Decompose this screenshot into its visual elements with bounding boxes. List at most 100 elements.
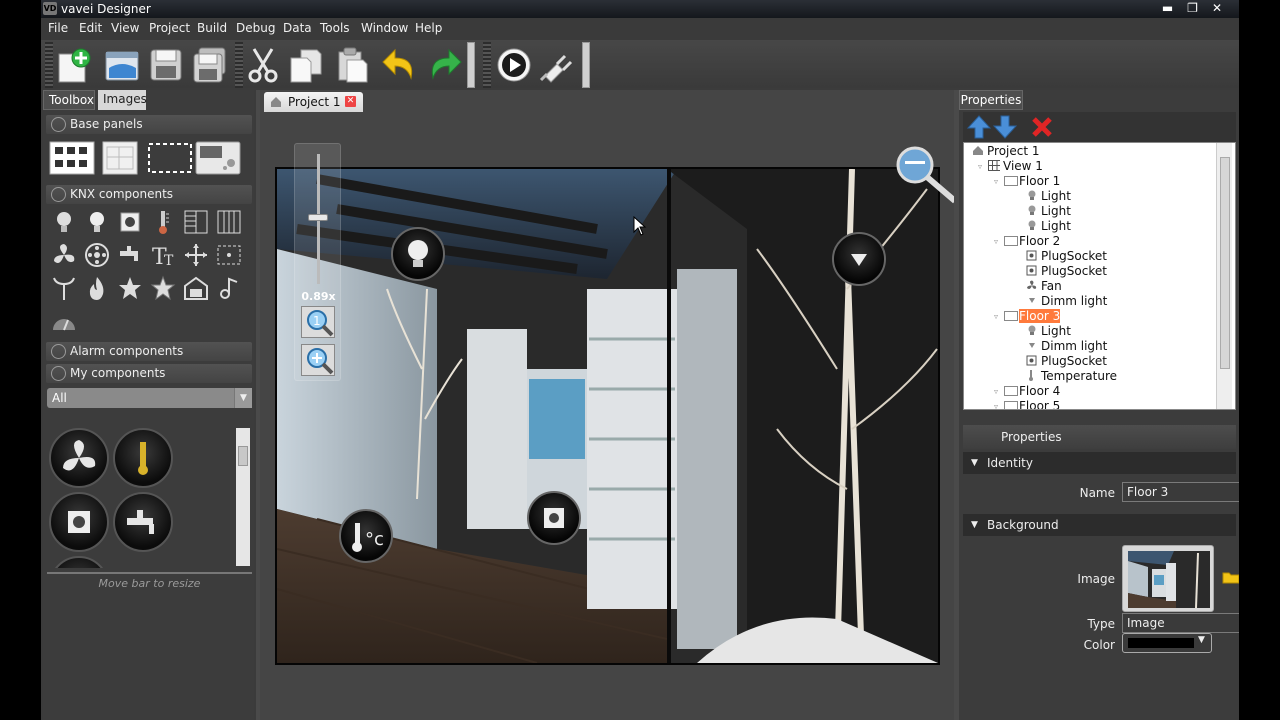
star-badge-icon[interactable] [149, 274, 177, 302]
text-label-icon[interactable]: TT [149, 241, 177, 270]
delete-x-icon[interactable] [1031, 116, 1053, 138]
tree-node-project[interactable]: Project 1 [972, 144, 1040, 159]
music-icon[interactable] [215, 274, 243, 302]
menu-file[interactable]: File [48, 21, 68, 35]
toolbar-grip-end[interactable] [467, 42, 475, 88]
component-filter-select[interactable]: All ▼ [47, 388, 252, 408]
tree-node-dimm[interactable]: Dimm light [1026, 339, 1107, 354]
menu-window[interactable]: Window [361, 21, 408, 35]
canvas-light-component[interactable] [391, 227, 445, 281]
toolbar-grip[interactable] [45, 42, 53, 88]
star-icon[interactable] [116, 274, 144, 302]
expander-icon[interactable]: ▿ [994, 384, 998, 399]
tree-node-floor[interactable]: ▿ Floor 4 [994, 384, 1060, 399]
tree-node-floor[interactable]: ▿ Floor 3 [994, 309, 1061, 324]
fan-component[interactable] [49, 428, 109, 488]
close-window-button[interactable]: ✕ [1203, 0, 1231, 16]
background-group[interactable]: ▼ Background [963, 514, 1236, 536]
magnifier-icon[interactable] [895, 145, 961, 205]
identity-group[interactable]: ▼ Identity [963, 452, 1236, 474]
my-components-scrollbar[interactable] [236, 428, 250, 566]
thermometer-icon[interactable] [149, 208, 177, 236]
faucet-icon[interactable] [116, 241, 144, 269]
cut-button[interactable] [244, 46, 282, 84]
canvas-temperature-component[interactable]: °c [339, 509, 393, 563]
fire-icon[interactable] [83, 274, 111, 302]
tab-project-1[interactable]: Project 1 ✕ [264, 92, 363, 112]
menu-project[interactable]: Project [149, 21, 190, 35]
tree-node-plug[interactable]: PlugSocket [1026, 264, 1107, 279]
scroll-thumb[interactable] [238, 446, 248, 466]
title-bar[interactable]: VD vavei Designer ▬ ❐ ✕ [41, 0, 1239, 18]
zoom-reset-button[interactable]: 1 [301, 306, 335, 338]
tree-node-floor[interactable]: ▿ Floor 1 [994, 174, 1060, 189]
design-canvas[interactable]: °c [275, 167, 940, 665]
expander-icon[interactable]: ▿ [978, 159, 982, 174]
menu-help[interactable]: Help [415, 21, 442, 35]
fan-icon[interactable] [50, 241, 78, 269]
dimm-light-icon[interactable] [83, 208, 111, 236]
menu-view[interactable]: View [111, 21, 139, 35]
antenna-icon[interactable] [50, 274, 78, 302]
section-base-panels[interactable]: Base panels [46, 115, 252, 134]
minimize-button[interactable]: ▬ [1155, 0, 1180, 16]
toolbar-grip[interactable] [483, 42, 491, 88]
tab-toolbox[interactable]: Toolbox [43, 90, 95, 110]
new-project-button[interactable] [55, 46, 93, 84]
expander-icon[interactable]: ▿ [994, 399, 998, 409]
open-project-button[interactable] [103, 46, 141, 84]
restore-button[interactable]: ❐ [1180, 0, 1205, 16]
move-up-arrow-icon[interactable] [967, 114, 991, 140]
redo-button[interactable] [425, 46, 463, 84]
scroll-thumb[interactable] [1220, 157, 1230, 369]
scene-dial-icon[interactable] [83, 241, 111, 269]
tree-node-temp[interactable]: Temperature [1026, 369, 1117, 384]
plug-socket-component[interactable] [49, 492, 109, 552]
menu-data[interactable]: Data [283, 21, 312, 35]
blinds-icon[interactable] [182, 208, 210, 236]
menu-tools[interactable]: Tools [320, 21, 350, 35]
section-knx-components[interactable]: KNX components [46, 185, 252, 204]
expander-icon[interactable]: ▿ [994, 174, 998, 189]
background-image-thumbnail[interactable] [1122, 545, 1214, 612]
name-field[interactable]: Floor 3 [1122, 482, 1239, 502]
plug-socket-icon[interactable] [116, 208, 144, 236]
tree-node-light[interactable]: Light [1026, 324, 1071, 339]
tree-node-plug[interactable]: PlugSocket [1026, 354, 1107, 369]
expander-icon[interactable]: ▿ [994, 234, 998, 249]
faucet-component[interactable] [113, 492, 173, 552]
section-my-components[interactable]: My components [46, 364, 252, 383]
undo-button[interactable] [381, 46, 419, 84]
copy-button[interactable] [287, 46, 325, 84]
tree-node-floor[interactable]: ▿ Floor 2 [994, 234, 1060, 249]
close-tab-icon[interactable]: ✕ [345, 96, 356, 107]
deploy-button[interactable] [537, 46, 575, 84]
tree-node-dimm[interactable]: Dimm light [1026, 294, 1107, 309]
type-select[interactable]: Image ▼ [1122, 613, 1239, 633]
tree-node-light[interactable]: Light [1026, 219, 1071, 234]
tab-images[interactable]: Images [98, 90, 147, 110]
gauge-icon[interactable] [50, 308, 78, 336]
selection-panel-icon[interactable] [147, 141, 193, 175]
tree-node-light[interactable]: Light [1026, 204, 1071, 219]
toolbar-grip-end[interactable] [582, 42, 590, 88]
tree-node-fan[interactable]: Fan [1026, 279, 1062, 294]
tree-node-floor[interactable]: ▿ Floor 5 [994, 399, 1060, 409]
menu-debug[interactable]: Debug [236, 21, 275, 35]
canvas-dimm-light-component[interactable] [832, 232, 886, 286]
move-down-arrow-icon[interactable] [993, 114, 1017, 140]
tab-properties[interactable]: Properties [959, 90, 1023, 110]
menu-build[interactable]: Build [197, 21, 227, 35]
zoom-fit-button[interactable] [301, 344, 335, 376]
expander-icon[interactable]: ▿ [994, 309, 998, 324]
floorplan-panel-icon[interactable] [99, 141, 145, 175]
move-arrows-icon[interactable] [182, 241, 210, 269]
grid-panel-icon[interactable] [49, 141, 95, 175]
zoom-slider-thumb[interactable] [308, 214, 328, 222]
garage-icon[interactable] [182, 274, 210, 302]
tree-node-plug[interactable]: PlugSocket [1026, 249, 1107, 264]
marquee-select-icon[interactable] [215, 241, 243, 269]
tree-node-light[interactable]: Light [1026, 189, 1071, 204]
light-bulb-icon[interactable] [50, 208, 78, 236]
window-shutter-icon[interactable] [215, 208, 243, 236]
